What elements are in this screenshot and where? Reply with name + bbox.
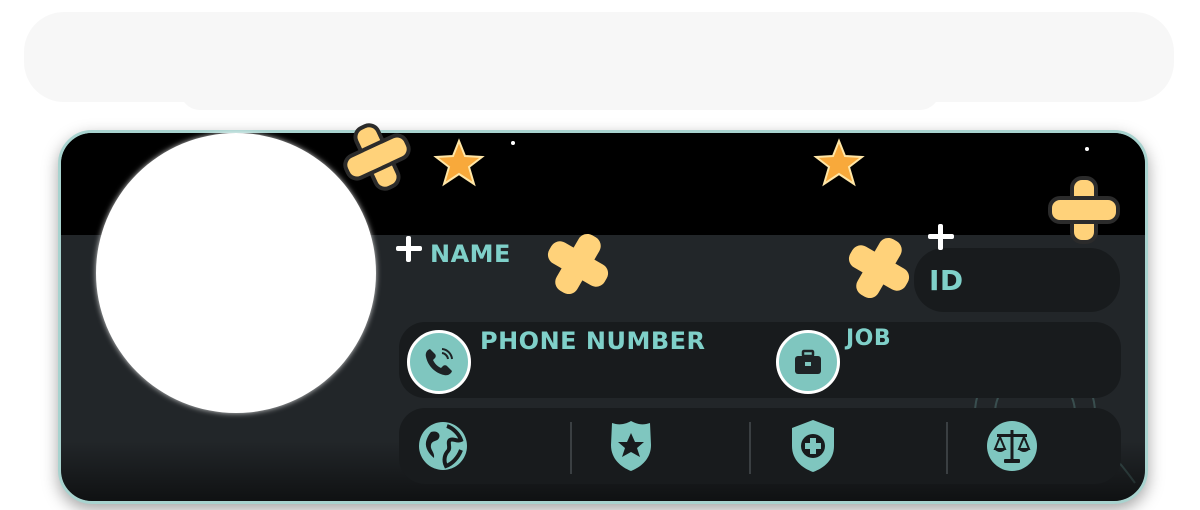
background-shape	[180, 70, 940, 110]
sparkle-dot-decoration	[1085, 147, 1089, 151]
name-label: Name	[430, 240, 511, 268]
cross-sticker-decoration	[848, 237, 910, 299]
scales-of-justice-icon[interactable]	[984, 418, 1040, 474]
phone-icon	[407, 330, 471, 394]
briefcase-icon	[776, 330, 840, 394]
job-label: Job	[846, 326, 892, 351]
medical-shield-icon[interactable]	[785, 418, 841, 474]
star-sticker-decoration	[433, 138, 485, 187]
cross-sticker-decoration	[547, 233, 609, 295]
sparkle-plus-decoration	[396, 236, 422, 262]
globe-icon[interactable]	[415, 418, 471, 474]
divider	[946, 422, 948, 474]
sparkle-dot-decoration	[511, 141, 515, 145]
id-label: ID	[929, 264, 964, 297]
plus-sticker-decoration	[1048, 176, 1120, 244]
divider	[749, 422, 751, 474]
avatar-photo[interactable]	[96, 133, 376, 413]
police-badge-icon[interactable]	[603, 418, 659, 474]
star-sticker-decoration	[813, 138, 865, 187]
divider	[570, 422, 572, 474]
sparkle-plus-decoration	[928, 224, 954, 250]
phone-number-label: Phone Number	[480, 327, 706, 355]
cross-sticker-decoration	[343, 123, 411, 191]
